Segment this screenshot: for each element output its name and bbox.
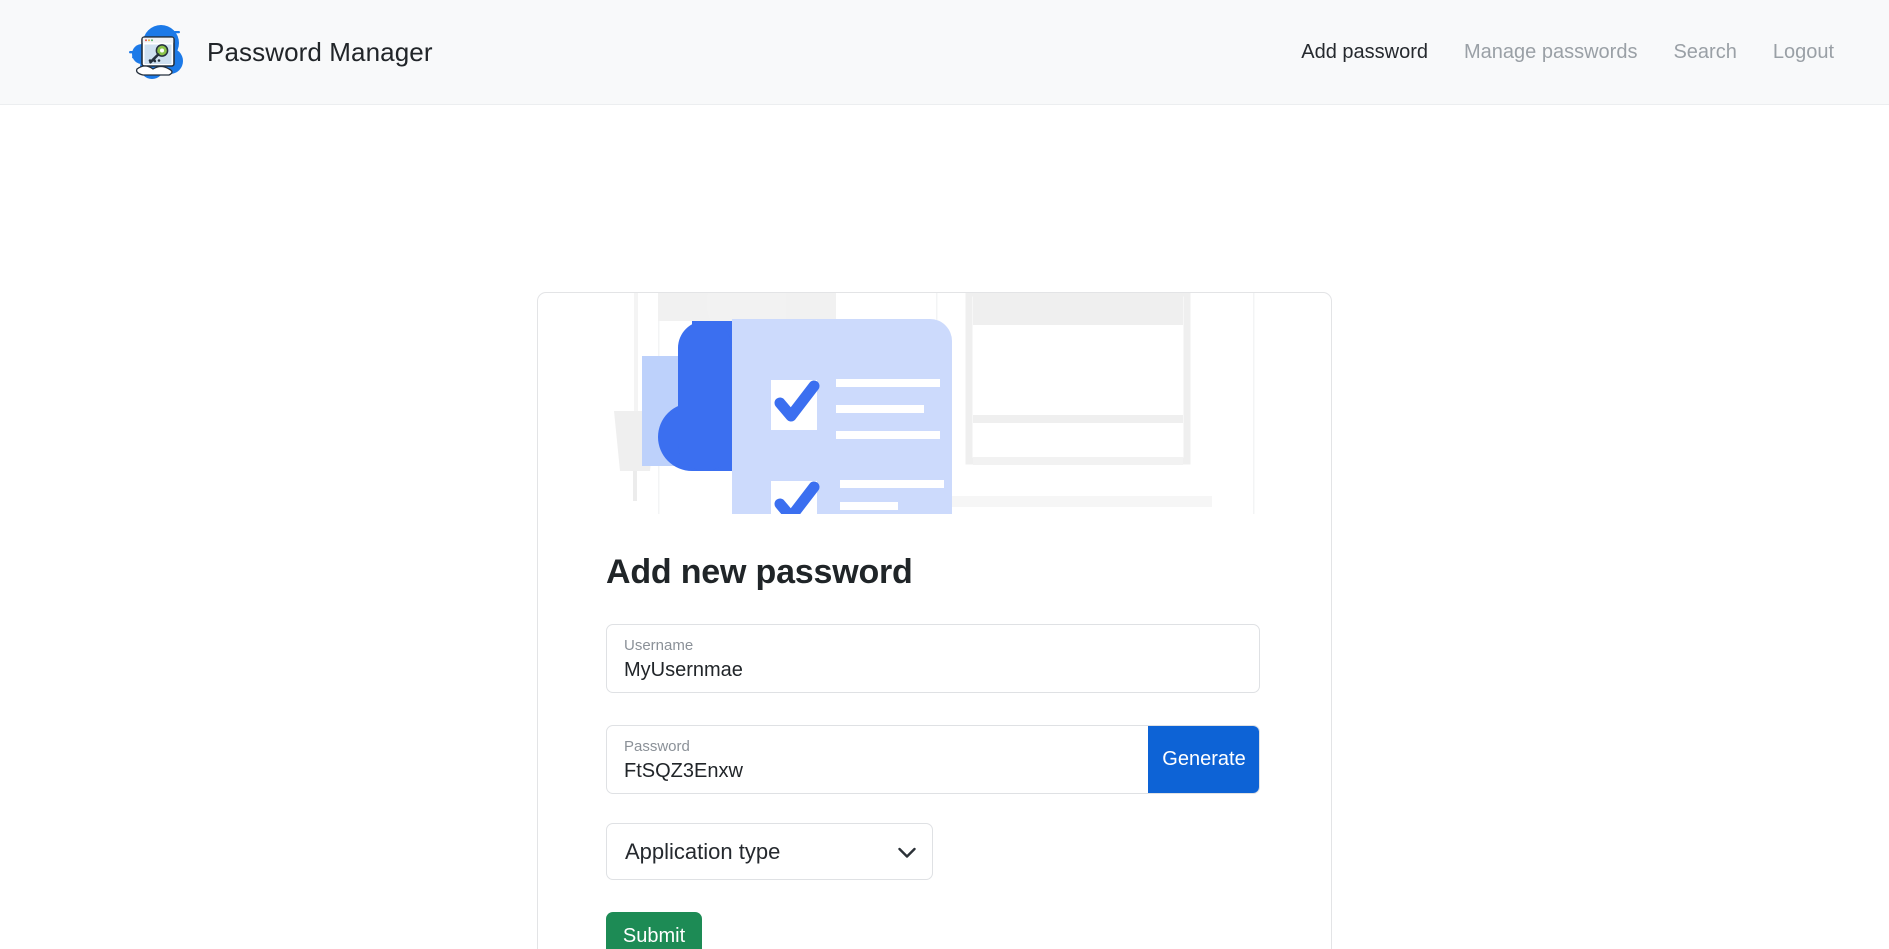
nav-link-search[interactable]: Search: [1673, 41, 1736, 64]
cloud-password-logo-icon: [125, 23, 187, 81]
generate-password-button[interactable]: Generate: [1148, 726, 1259, 793]
page-title: Add new password: [606, 553, 913, 591]
username-field-group[interactable]: Username: [606, 624, 1260, 693]
card-body: Add new password Username Password Gener…: [538, 514, 1331, 949]
add-password-card: Add new password Username Password Gener…: [537, 292, 1332, 949]
username-field-inner: Username: [607, 625, 1259, 692]
username-label: Username: [624, 637, 694, 654]
nav-link-manage-passwords[interactable]: Manage passwords: [1464, 41, 1637, 64]
application-type-select[interactable]: Application type: [606, 823, 933, 880]
page-content: Add new password Username Password Gener…: [0, 105, 1889, 949]
password-field-inner: Password: [607, 726, 1148, 793]
password-field-group[interactable]: Password Generate: [606, 725, 1260, 794]
application-type-select-wrap[interactable]: Application type: [606, 823, 933, 880]
password-input[interactable]: [624, 759, 1131, 784]
password-label: Password: [624, 738, 690, 755]
username-input[interactable]: [624, 658, 1242, 683]
nav-links: Add password Manage passwords Search Log…: [1301, 41, 1834, 64]
top-navbar: Password Manager Add password Manage pas…: [0, 0, 1889, 105]
brand-title: Password Manager: [207, 36, 433, 67]
brand-link[interactable]: Password Manager: [125, 23, 433, 81]
add-password-form: Username Password Generate Application t: [538, 624, 1331, 949]
nav-link-logout[interactable]: Logout: [1773, 41, 1834, 64]
checklist-illustration: [598, 293, 1268, 514]
nav-link-add-password[interactable]: Add password: [1301, 41, 1428, 64]
submit-button[interactable]: Submit: [606, 912, 702, 949]
